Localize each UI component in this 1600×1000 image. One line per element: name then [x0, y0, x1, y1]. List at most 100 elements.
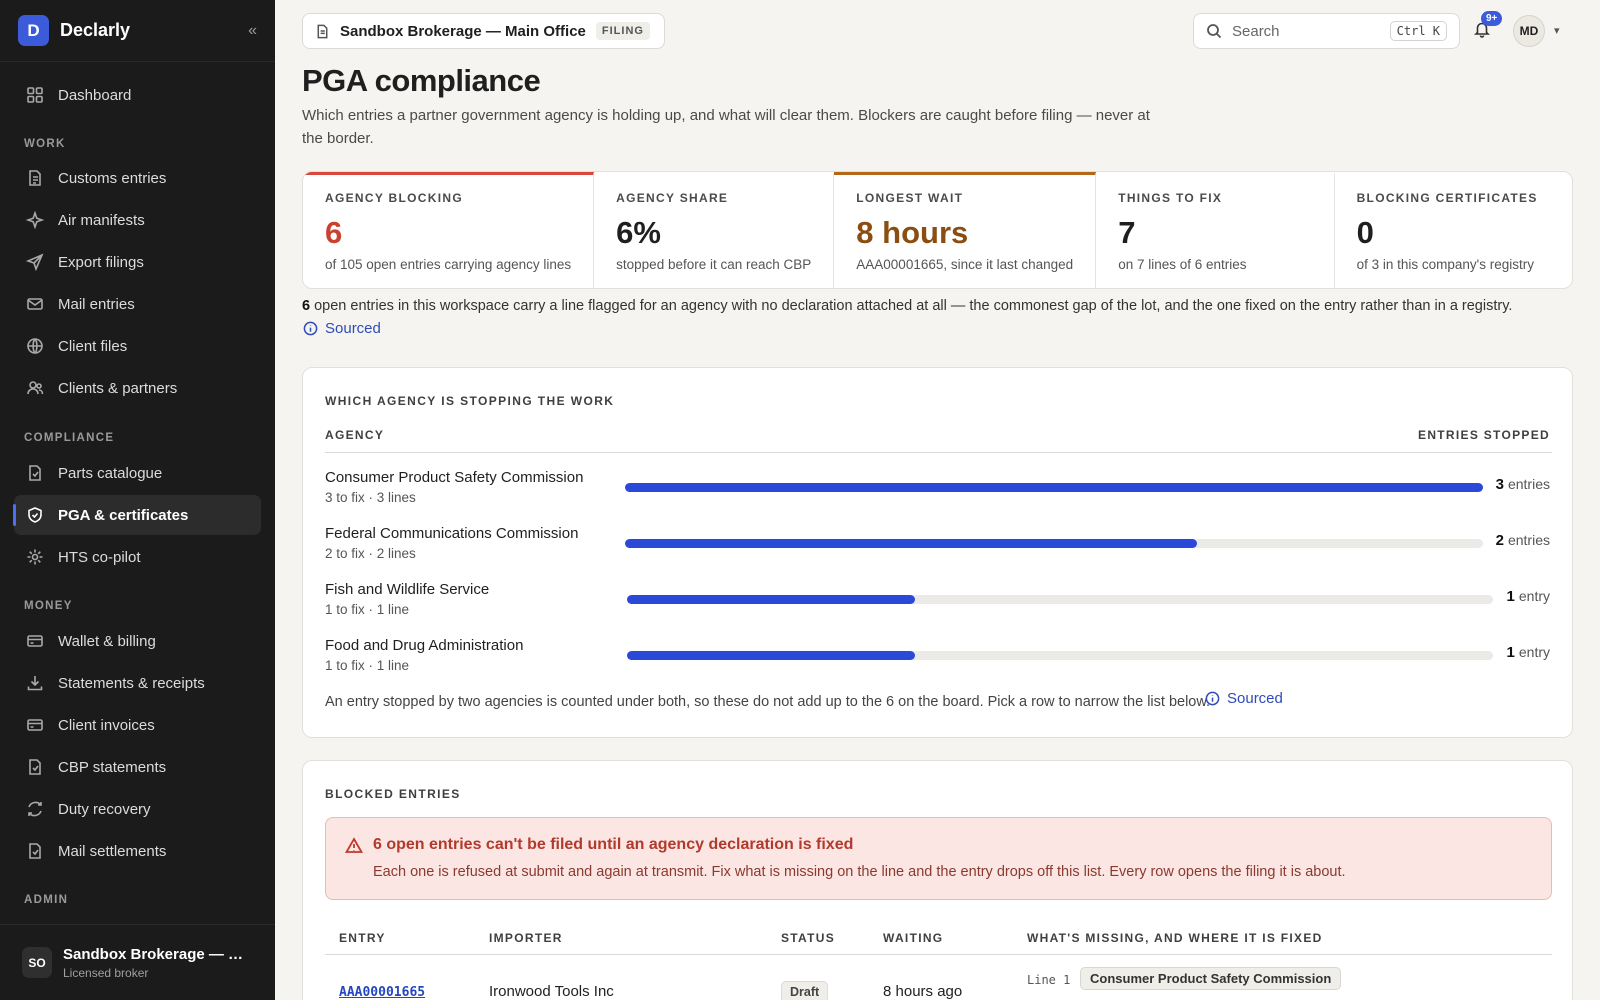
bar-fill: [627, 651, 916, 660]
sidebar-item-export-filings[interactable]: Export filings: [14, 242, 261, 282]
office-selector[interactable]: Sandbox Brokerage — Main Office FILING: [302, 13, 665, 49]
stat-label: THINGS TO FIX: [1118, 191, 1223, 205]
stat-note: on 7 lines of 6 entries: [1118, 257, 1247, 272]
sourced-link[interactable]: Sourced: [1205, 690, 1283, 707]
sourced-label: Sourced: [1227, 690, 1283, 707]
agency-name: Federal Communications Commission: [325, 525, 579, 542]
sidebar-item-cbp-statements[interactable]: CBP statements: [14, 747, 261, 787]
sidebar-item-statements-receipts[interactable]: Statements & receipts: [14, 663, 261, 703]
user-avatar[interactable]: MD: [1513, 15, 1545, 47]
document-icon: [317, 24, 328, 38]
sidebar-item-label: HTS co-pilot: [58, 548, 141, 566]
agency-name: Consumer Product Safety Commission: [325, 469, 584, 486]
office-name: Sandbox Brokerage — Main Office: [340, 22, 586, 40]
stat-things-to-fix[interactable]: THINGS TO FIX 7 on 7 lines of 6 entries: [1096, 172, 1335, 288]
sidebar-item-label: Export filings: [58, 253, 144, 271]
brand-logo[interactable]: D: [18, 15, 49, 46]
stat-label: AGENCY SHARE: [616, 191, 729, 205]
sidebar-item-wallet-billing[interactable]: Wallet & billing: [14, 621, 261, 661]
stat-blocking-certificates[interactable]: BLOCKING CERTIFICATES 0 of 3 in this com…: [1335, 172, 1572, 288]
agency-sub: 3 to fix · 3 lines: [325, 490, 416, 505]
agency-sub: 1 to fix · 1 line: [325, 658, 410, 673]
collapse-sidebar-icon[interactable]: «: [248, 22, 257, 40]
stat-agency-share[interactable]: AGENCY SHARE 6% stopped before it can re…: [594, 172, 835, 288]
sidebar-item-label: Statements & receipts: [58, 674, 205, 692]
sidebar-item-client-files[interactable]: Client files: [14, 326, 261, 366]
sidebar-item-label: Mail settlements: [58, 842, 167, 860]
brand-name: Declarly: [60, 20, 131, 40]
entry-link[interactable]: AAA00001665: [339, 985, 425, 1000]
stats-strip: AGENCY BLOCKING 6 of 105 open entries ca…: [302, 171, 1573, 289]
sidebar-item-parts-catalogue[interactable]: Parts catalogue: [14, 453, 261, 493]
globe-icon: [26, 337, 44, 355]
sidebar-item-label: Clients & partners: [58, 379, 178, 397]
agency-count: 3 entries: [1495, 476, 1550, 493]
column-header-entry[interactable]: ENTRY: [339, 931, 386, 945]
stat-value: 6: [325, 215, 343, 250]
notifications-badge: 9+: [1481, 11, 1503, 26]
stat-agency-blocking[interactable]: AGENCY BLOCKING 6 of 105 open entries ca…: [303, 172, 595, 288]
info-icon: [303, 321, 318, 336]
stat-label: LONGEST WAIT: [856, 191, 964, 205]
alert-text: Each one is refused at submit and again …: [373, 864, 1346, 880]
bar-track: [627, 651, 1493, 660]
stat-value: 6%: [616, 215, 661, 250]
column-header-status[interactable]: STATUS: [781, 931, 835, 945]
agency-breakdown-card: WHICH AGENCY IS STOPPING THE WORK AGENCY…: [302, 367, 1573, 738]
document-icon: [26, 169, 44, 187]
org-avatar: SO: [22, 947, 52, 978]
org-switcher[interactable]: SO Sandbox Brokerage — Main Office Licen…: [0, 924, 275, 1000]
sidebar-item-clients-partners[interactable]: Clients & partners: [14, 368, 261, 408]
credit-card-icon: [26, 632, 44, 650]
document-check-icon: [26, 842, 44, 860]
invoice-card-icon: [26, 716, 44, 734]
bar-fill: [625, 483, 1483, 492]
search-icon: [1207, 24, 1222, 39]
column-header-importer[interactable]: IMPORTER: [489, 931, 563, 945]
agency-count: 1 entry: [1506, 644, 1550, 661]
sidebar-item-client-invoices[interactable]: Client invoices: [14, 705, 261, 745]
blocked-alert: 6 open entries can't be filed until an a…: [325, 817, 1552, 900]
waiting-cell: 8 hours ago: [883, 983, 963, 1000]
sidebar-item-dashboard[interactable]: Dashboard: [14, 75, 261, 115]
stat-value: 0: [1356, 215, 1374, 250]
shield-check-icon: [26, 506, 44, 524]
sidebar-item-duty-recovery[interactable]: Duty recovery: [14, 789, 261, 829]
sidebar-item-pga-certificates[interactable]: PGA & certificates: [13, 495, 261, 535]
card-title: BLOCKED ENTRIES: [325, 787, 461, 801]
sun-icon: [26, 548, 44, 566]
column-header-entries-stopped: ENTRIES STOPPED: [1418, 428, 1550, 442]
column-header-agency: AGENCY: [325, 428, 385, 442]
sidebar-item-label: Mail entries: [58, 295, 135, 313]
sidebar-item-air-manifests[interactable]: Air manifests: [14, 200, 261, 240]
column-header-waiting[interactable]: WAITING: [883, 931, 943, 945]
line-label: Line 1: [1027, 973, 1071, 987]
sidebar-item-hts-copilot[interactable]: HTS co-pilot: [14, 537, 261, 577]
importer-cell: Ironwood Tools Inc: [489, 983, 614, 1000]
users-icon: [26, 379, 44, 397]
stat-longest-wait[interactable]: LONGEST WAIT 8 hours AAA00001665, since …: [834, 172, 1097, 288]
agency-sub: 2 to fix · 2 lines: [325, 546, 416, 561]
sidebar-item-mail-settlements[interactable]: Mail settlements: [14, 831, 261, 871]
sidebar-item-mail-entries[interactable]: Mail entries: [14, 284, 261, 324]
sidebar-item-label: Air manifests: [58, 211, 145, 229]
bar-track: [627, 595, 1493, 604]
status-badge: Draft: [781, 981, 829, 1000]
document-check-icon: [26, 758, 44, 776]
finding-body: open entries in this workspace carry a l…: [310, 298, 1513, 314]
search-shortcut: Ctrl K: [1389, 21, 1447, 41]
stat-value: 7: [1118, 215, 1136, 250]
page-subtitle: Which entries a partner government agenc…: [302, 107, 1150, 147]
sidebar-item-label: Parts catalogue: [58, 464, 163, 482]
chevron-down-icon[interactable]: ▾: [1554, 24, 1560, 37]
stat-value: 8 hours: [856, 215, 969, 250]
sidebar-item-customs-entries[interactable]: Customs entries: [14, 158, 261, 198]
sourced-link[interactable]: Sourced: [303, 320, 381, 337]
divider: [325, 954, 1552, 955]
agency-tag[interactable]: Consumer Product Safety Commission: [1080, 967, 1342, 990]
stat-label: BLOCKING CERTIFICATES: [1356, 191, 1538, 205]
mail-icon: [26, 295, 44, 313]
search-input[interactable]: Search Ctrl K: [1193, 13, 1460, 49]
sidebar-item-label: Wallet & billing: [58, 632, 156, 650]
warning-icon: [345, 837, 363, 853]
